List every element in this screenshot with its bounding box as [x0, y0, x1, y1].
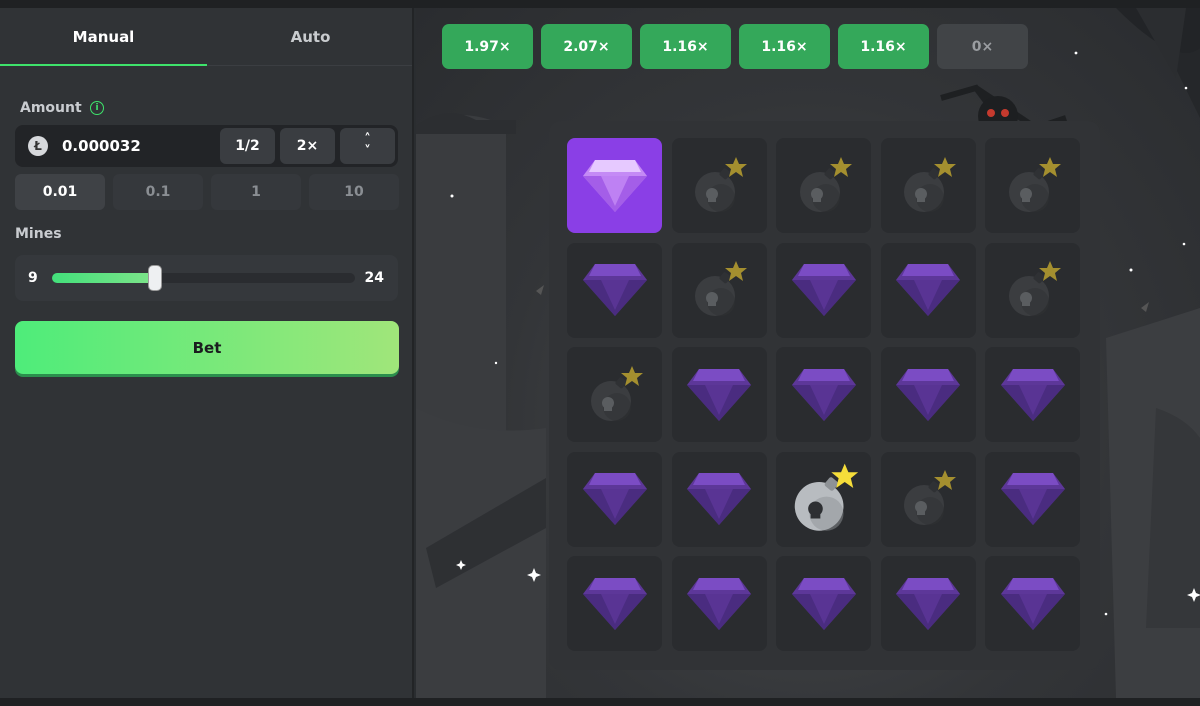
slider-min-value: 9	[28, 270, 38, 286]
mines-board	[549, 121, 1100, 670]
tile-gem[interactable]	[776, 556, 871, 651]
info-icon[interactable]: i	[90, 101, 104, 115]
slider-fill	[52, 273, 155, 283]
tile-gem[interactable]	[985, 347, 1080, 442]
bomb-icon	[904, 156, 956, 212]
multiplier-chip: 1.97×	[442, 24, 533, 69]
quick-amount-button[interactable]: 0.1	[113, 174, 203, 210]
tab-auto[interactable]: Auto	[207, 8, 414, 66]
amount-field[interactable]: Ł 0.000032 1/2 2× ˄ ˅	[15, 125, 398, 167]
litecoin-icon: Ł	[28, 136, 48, 156]
tile-mine[interactable]	[776, 451, 871, 547]
gem-icon	[687, 473, 751, 525]
bomb-icon	[1008, 156, 1061, 212]
tile-gem[interactable]	[985, 451, 1080, 547]
tile-mine[interactable]	[880, 138, 976, 233]
multiplier-chip: 1.16×	[739, 24, 830, 69]
tile-gem[interactable]	[671, 451, 767, 547]
quick-amount-button[interactable]: 10	[309, 174, 399, 210]
bet-button[interactable]: Bet	[15, 321, 399, 374]
quick-amount-button[interactable]: 1	[211, 174, 301, 210]
gem-icon	[1000, 368, 1065, 421]
gem-icon	[896, 368, 960, 421]
tile-mine[interactable]	[671, 242, 767, 338]
tile-gem[interactable]	[880, 347, 976, 442]
amount-stepper[interactable]: ˄ ˅	[340, 128, 395, 164]
tile-gem[interactable]	[985, 556, 1080, 651]
chevron-down-icon[interactable]: ˅	[364, 145, 371, 158]
gem-icon	[1000, 473, 1065, 525]
tile-mine[interactable]	[985, 138, 1080, 233]
active-tab-indicator	[0, 64, 207, 66]
multiplier-chip: 1.16×	[838, 24, 929, 69]
tile-gem[interactable]	[567, 556, 662, 651]
double-amount-button[interactable]: 2×	[280, 128, 335, 164]
gem-icon	[582, 473, 647, 525]
amount-input[interactable]: 0.000032	[62, 125, 141, 167]
multiplier-chip: 0×	[937, 24, 1028, 69]
tile-mine[interactable]	[671, 138, 767, 233]
tile-mine[interactable]	[880, 451, 976, 547]
tile-gem[interactable]	[567, 242, 662, 338]
tile-gem[interactable]	[776, 347, 871, 442]
tile-gem[interactable]	[671, 556, 767, 651]
gem-icon	[896, 577, 960, 630]
tile-mine[interactable]	[985, 242, 1080, 338]
bomb-icon	[695, 261, 747, 316]
tile-gem[interactable]	[567, 451, 662, 547]
amount-label: Amount	[20, 100, 82, 116]
bomb-icon	[794, 463, 858, 531]
slider-track[interactable]	[52, 265, 355, 291]
bomb-icon	[904, 470, 956, 525]
multiplier-chip: 2.07×	[541, 24, 632, 69]
game-area: 1.97× 2.07× 1.16× 1.16× 1.16× 0×	[416, 8, 1200, 698]
tile-gem[interactable]	[880, 242, 976, 338]
tile-mine[interactable]	[776, 138, 871, 233]
tile-gem[interactable]	[776, 242, 871, 338]
quick-amount-button[interactable]: 0.01	[15, 174, 105, 210]
tile-mine[interactable]	[567, 347, 662, 442]
slider-max-value: 24	[364, 270, 384, 286]
gem-icon	[582, 159, 647, 212]
tab-manual[interactable]: Manual	[0, 8, 207, 66]
bomb-icon	[590, 365, 643, 421]
tile-gem[interactable]	[567, 138, 662, 233]
tile-gem[interactable]	[671, 347, 767, 442]
gem-icon	[582, 577, 647, 630]
mines-label: Mines	[15, 226, 62, 242]
bomb-icon	[1008, 261, 1061, 316]
gem-icon	[896, 264, 960, 316]
bomb-icon	[799, 156, 852, 212]
slider-handle[interactable]	[148, 265, 162, 291]
gem-icon	[1000, 577, 1065, 630]
bomb-icon	[695, 156, 747, 212]
bottom-bar	[0, 698, 1200, 706]
gem-icon	[687, 368, 751, 421]
bet-panel: Manual Auto Amount i Ł 0.000032 1/2 2× ˄…	[0, 8, 414, 698]
gem-icon	[582, 264, 647, 316]
gem-icon	[791, 368, 856, 421]
gem-icon	[687, 577, 751, 630]
gem-icon	[791, 577, 856, 630]
tile-gem[interactable]	[880, 556, 976, 651]
multiplier-chip: 1.16×	[640, 24, 731, 69]
half-amount-button[interactable]: 1/2	[220, 128, 275, 164]
top-bar	[0, 0, 1200, 8]
mines-slider: 9 24	[15, 255, 398, 301]
gem-icon	[791, 264, 856, 316]
mode-tabs: Manual Auto	[0, 8, 412, 66]
